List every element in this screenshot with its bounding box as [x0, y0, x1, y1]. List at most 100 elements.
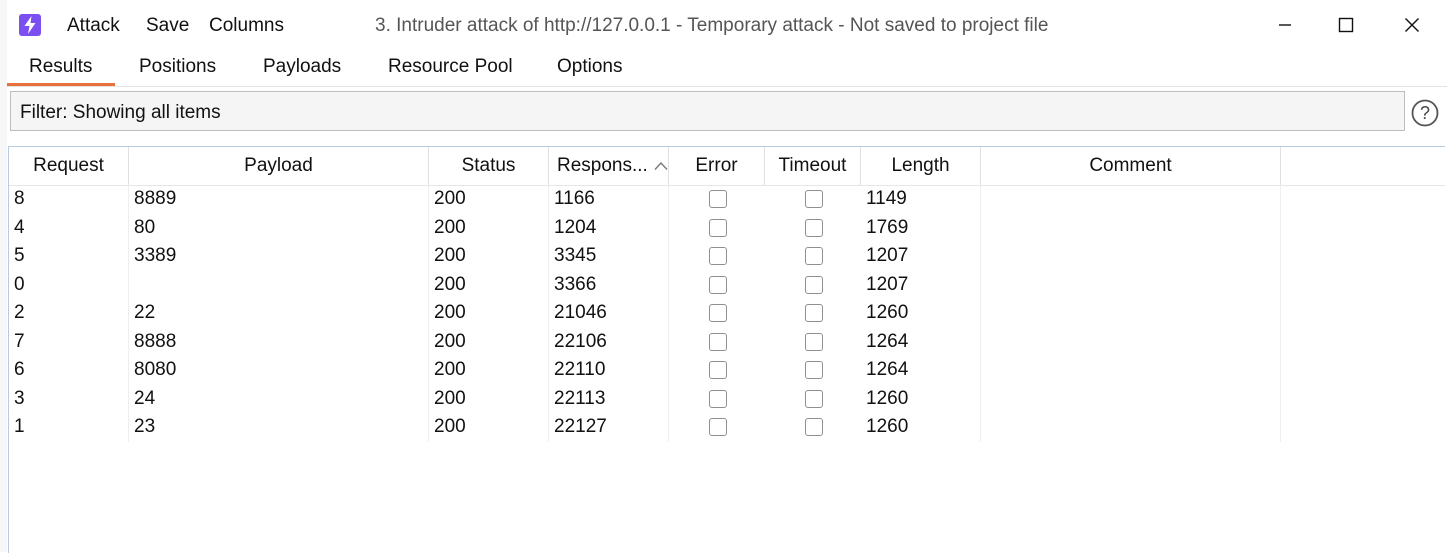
- cell-length: 1260: [861, 299, 981, 328]
- cell-payload: 24: [129, 384, 429, 413]
- intruder-attack-window: Attack Save Columns 3. Intruder attack o…: [7, 0, 1447, 553]
- cell-response: 3345: [549, 242, 669, 271]
- cell-payload: 3389: [129, 242, 429, 271]
- svg-text:?: ?: [1420, 103, 1430, 123]
- timeout-checkbox[interactable]: [805, 361, 823, 379]
- title-bar: Attack Save Columns 3. Intruder attack o…: [7, 0, 1447, 50]
- minimize-button[interactable]: [1262, 7, 1308, 43]
- col-header-comment[interactable]: Comment: [981, 147, 1281, 185]
- help-button[interactable]: ?: [1411, 99, 1439, 127]
- cell-status: 200: [429, 327, 549, 356]
- cell-comment: [981, 213, 1281, 242]
- table-row[interactable]: 4 80 200 1204 1769: [9, 213, 1445, 242]
- col-header-status[interactable]: Status: [429, 147, 549, 185]
- cell-payload: 8080: [129, 356, 429, 385]
- cell-length: 1260: [861, 384, 981, 413]
- cell-comment: [981, 242, 1281, 271]
- error-checkbox[interactable]: [709, 275, 727, 294]
- cell-payload: 8889: [129, 185, 429, 214]
- close-icon: [1405, 18, 1419, 32]
- timeout-checkbox[interactable]: [805, 418, 823, 436]
- filter-text: Filter: Showing all items: [20, 102, 221, 123]
- cell-length: 1207: [861, 270, 981, 299]
- menu-attack[interactable]: Attack: [67, 15, 120, 37]
- error-checkbox[interactable]: [709, 247, 727, 265]
- col-header-timeout[interactable]: Timeout: [765, 147, 861, 185]
- table-row[interactable]: 7 8888 200 22106 1264: [9, 327, 1445, 356]
- cell-status: 200: [429, 185, 549, 214]
- sort-ascending-icon: [654, 155, 668, 177]
- table-header: Request Payload Status Respons... Error …: [9, 147, 1445, 186]
- timeout-checkbox[interactable]: [805, 304, 823, 322]
- tabs-divider: [7, 86, 1447, 87]
- table-row[interactable]: 5 3389 200 3345 1207: [9, 242, 1445, 271]
- col-header-label: Length: [891, 155, 950, 176]
- col-header-payload[interactable]: Payload: [129, 147, 429, 185]
- close-button[interactable]: [1389, 7, 1435, 43]
- cell-length: 1149: [861, 185, 981, 214]
- cell-comment: [981, 384, 1281, 413]
- table-row[interactable]: 3 24 200 22113 1260: [9, 384, 1445, 413]
- timeout-checkbox[interactable]: [805, 275, 823, 294]
- tab-bar: Results Positions Payloads Resource Pool…: [7, 50, 1447, 86]
- cell-status: 200: [429, 242, 549, 271]
- tab-options[interactable]: Options: [557, 56, 622, 78]
- cell-request: 8: [9, 185, 129, 214]
- cell-payload: 22: [129, 299, 429, 328]
- error-checkbox[interactable]: [709, 304, 727, 322]
- table-row[interactable]: 1 23 200 22127 1260: [9, 413, 1445, 442]
- cell-response: 22127: [549, 413, 669, 442]
- cell-comment: [981, 356, 1281, 385]
- table-row[interactable]: 8 8889 200 1166 1149: [9, 185, 1445, 214]
- cell-payload: [129, 270, 429, 299]
- maximize-button[interactable]: [1323, 7, 1369, 43]
- col-header-label: Error: [695, 155, 738, 176]
- cell-length: 1260: [861, 413, 981, 442]
- cell-response: 22113: [549, 384, 669, 413]
- error-checkbox[interactable]: [709, 389, 727, 408]
- cell-length: 1264: [861, 327, 981, 356]
- timeout-checkbox[interactable]: [805, 332, 823, 351]
- tab-resource-pool[interactable]: Resource Pool: [388, 56, 513, 78]
- cell-status: 200: [429, 413, 549, 442]
- cell-length: 1207: [861, 242, 981, 271]
- results-table: Request Payload Status Respons... Error …: [8, 146, 1445, 553]
- menu-save[interactable]: Save: [146, 15, 189, 37]
- table-row[interactable]: 0 200 3366 1207: [9, 270, 1445, 299]
- timeout-checkbox[interactable]: [805, 389, 823, 408]
- error-checkbox[interactable]: [709, 332, 727, 351]
- col-header-response[interactable]: Respons...: [549, 147, 669, 185]
- timeout-checkbox[interactable]: [805, 247, 823, 265]
- table-row[interactable]: 2 22 200 21046 1260: [9, 299, 1445, 328]
- cell-payload: 80: [129, 213, 429, 242]
- tab-positions[interactable]: Positions: [139, 56, 216, 78]
- col-header-label: Comment: [1089, 155, 1172, 176]
- help-question-icon: ?: [1411, 99, 1439, 127]
- cell-payload: 8888: [129, 327, 429, 356]
- error-checkbox[interactable]: [709, 361, 727, 379]
- tab-payloads[interactable]: Payloads: [263, 56, 341, 78]
- table-row[interactable]: 6 8080 200 22110 1264: [9, 356, 1445, 385]
- cell-response: 22110: [549, 356, 669, 385]
- cell-payload: 23: [129, 413, 429, 442]
- error-checkbox[interactable]: [709, 190, 727, 208]
- cell-request: 6: [9, 356, 129, 385]
- cell-response: 22106: [549, 327, 669, 356]
- col-header-request[interactable]: Request: [9, 147, 129, 185]
- error-checkbox[interactable]: [709, 218, 727, 237]
- col-header-error[interactable]: Error: [669, 147, 765, 185]
- cell-response: 1166: [549, 185, 669, 214]
- cell-status: 200: [429, 299, 549, 328]
- cell-status: 200: [429, 213, 549, 242]
- col-header-length[interactable]: Length: [861, 147, 981, 185]
- cell-request: 5: [9, 242, 129, 271]
- col-header-label: Payload: [244, 155, 313, 176]
- timeout-checkbox[interactable]: [805, 218, 823, 237]
- tab-results[interactable]: Results: [29, 56, 92, 78]
- timeout-checkbox[interactable]: [805, 190, 823, 208]
- error-checkbox[interactable]: [709, 418, 727, 436]
- cell-request: 2: [9, 299, 129, 328]
- filter-bar[interactable]: Filter: Showing all items: [10, 91, 1405, 131]
- menu-columns[interactable]: Columns: [209, 15, 284, 37]
- cell-comment: [981, 299, 1281, 328]
